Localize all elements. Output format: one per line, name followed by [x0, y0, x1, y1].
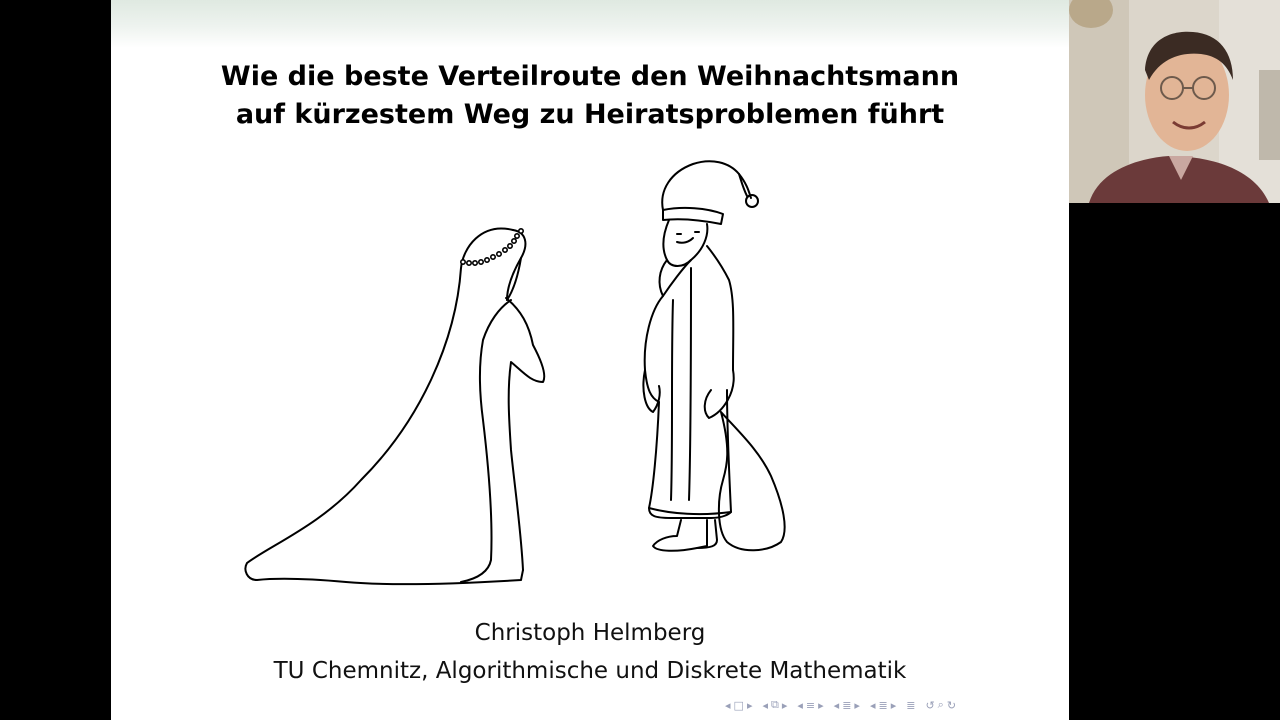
author-name: Christoph Helmberg: [474, 620, 706, 646]
beamer-navigation-bar: ◂ □ ▸ ◂ ⧉ ▸ ◂ ≡ ▸ ◂ ≣ ▸ ◂ ≣ ▸ ≣ ↺ ⌕ ↻: [725, 696, 956, 714]
nav-next-arrow-icon[interactable]: ▸: [818, 699, 824, 712]
nav-prev-arrow-icon[interactable]: ◂: [762, 699, 768, 712]
nav-next-arrow-icon[interactable]: ▸: [782, 699, 788, 712]
slide-title-line-1: Wie die beste Verteilroute den Weihnacht…: [220, 61, 960, 92]
nav-prev-arrow-icon[interactable]: ◂: [725, 699, 731, 712]
slide-header-gradient: [111, 0, 1069, 48]
subsection-icon[interactable]: ⧉: [771, 698, 779, 712]
outline-icon[interactable]: ≣: [906, 699, 915, 712]
slide-illustration: [244, 160, 786, 586]
presenter-webcam: [1069, 0, 1280, 203]
redo-icon[interactable]: ↻: [947, 699, 956, 712]
search-nav: ↺ ⌕ ↻: [925, 698, 956, 712]
nav-next-arrow-icon[interactable]: ▸: [747, 699, 753, 712]
nav-prev-arrow-icon[interactable]: ◂: [797, 699, 803, 712]
section-nav: ◂ ≡ ▸: [797, 699, 823, 712]
frame-nav: ◂ □ ▸: [725, 699, 752, 712]
presenter-video-image: [1069, 0, 1280, 203]
author-affiliation: TU Chemnitz, Algorithmische und Diskrete…: [273, 658, 907, 684]
nav-next-arrow-icon[interactable]: ▸: [854, 699, 860, 712]
bride-hair-beads: [459, 228, 524, 267]
bride-drawing: [244, 227, 546, 586]
santa-drawing: [642, 160, 786, 552]
section-icon[interactable]: ≡: [806, 699, 815, 712]
document-nav: ◂ ≣ ▸: [834, 699, 860, 712]
slide-frame-icon[interactable]: □: [734, 699, 744, 712]
nav-prev-arrow-icon[interactable]: ◂: [834, 699, 840, 712]
nav-next-arrow-icon[interactable]: ▸: [891, 699, 897, 712]
undo-icon[interactable]: ↺: [925, 699, 934, 712]
section-icon[interactable]: ≣: [878, 699, 887, 712]
outline-nav: ≣: [906, 699, 915, 712]
document-icon[interactable]: ≣: [842, 699, 851, 712]
chapter-nav: ◂ ≣ ▸: [870, 699, 896, 712]
presentation-slide: Wie die beste Verteilroute den Weihnacht…: [111, 0, 1069, 720]
nav-prev-arrow-icon[interactable]: ◂: [870, 699, 876, 712]
slide-title-line-2: auf kürzestem Weg zu Heiratsproblemen fü…: [235, 99, 945, 130]
slide-title: Wie die beste Verteilroute den Weihnacht…: [111, 58, 1069, 134]
subsection-nav: ◂ ⧉ ▸: [762, 698, 787, 712]
search-icon[interactable]: ⌕: [938, 698, 944, 712]
